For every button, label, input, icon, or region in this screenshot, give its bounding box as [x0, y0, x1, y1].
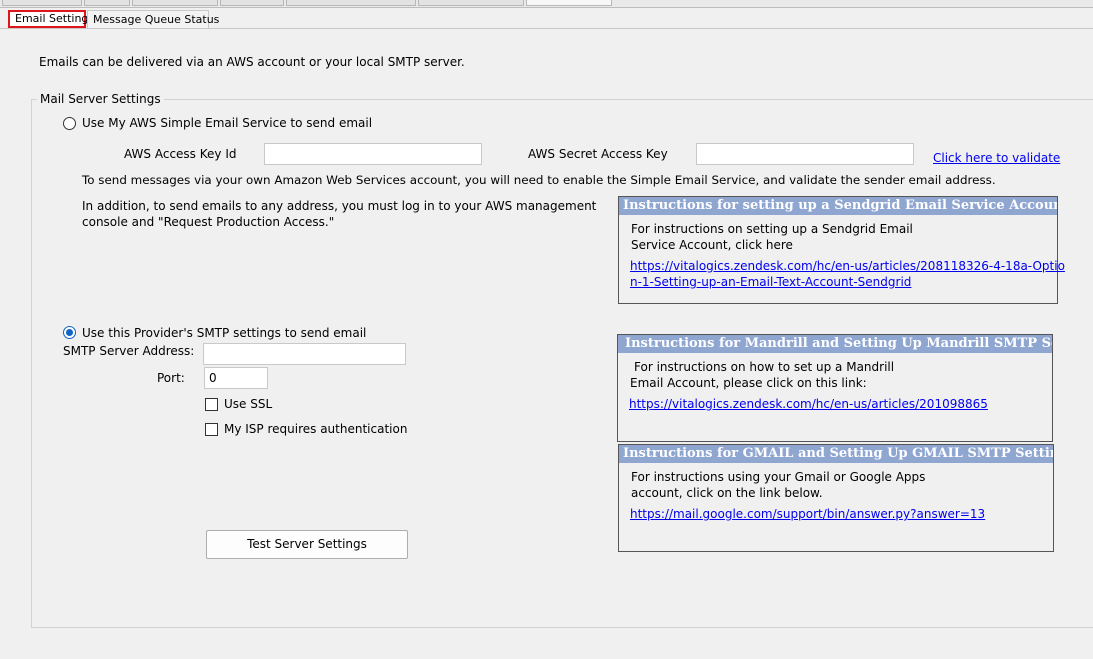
- mandrill-text: For instructions on how to set up a Mand…: [634, 360, 895, 374]
- gmail-text: account, click on the link below.: [631, 486, 823, 500]
- aws-access-key-input[interactable]: [264, 143, 482, 165]
- sendgrid-text: Service Account, click here: [631, 238, 793, 252]
- aws-radio-label[interactable]: Use My AWS Simple Email Service to send …: [82, 116, 372, 130]
- aws-note-line: console and "Request Production Access.": [82, 215, 335, 229]
- port-input[interactable]: [204, 367, 268, 389]
- outer-tab[interactable]: [418, 0, 524, 6]
- gmail-text: For instructions using your Gmail or Goo…: [631, 470, 926, 484]
- tab-message-queue-status[interactable]: Message Queue Status: [87, 10, 219, 28]
- outer-tab-active[interactable]: [526, 0, 612, 6]
- aws-radio[interactable]: [63, 117, 76, 130]
- isp-auth-checkbox[interactable]: [205, 423, 218, 436]
- outer-tab[interactable]: [2, 0, 82, 6]
- smtp-radio[interactable]: [63, 326, 76, 339]
- aws-note-line: In addition, to send emails to any addre…: [82, 199, 597, 213]
- outer-tab[interactable]: [220, 0, 284, 6]
- mandrill-instructions-box: Instructions for Mandrill and Setting Up…: [617, 334, 1053, 442]
- aws-secret-key-label: AWS Secret Access Key: [528, 147, 668, 161]
- use-ssl-label[interactable]: Use SSL: [224, 397, 272, 411]
- mandrill-link[interactable]: https://vitalogics.zendesk.com/hc/en-us/…: [629, 397, 988, 411]
- outer-tab[interactable]: [132, 0, 218, 6]
- port-label: Port:: [157, 371, 185, 385]
- validate-link[interactable]: Click here to validate: [933, 151, 1060, 165]
- gmail-box-title: Instructions for GMAIL and Setting Up GM…: [619, 445, 1053, 463]
- smtp-server-label: SMTP Server Address:: [63, 344, 195, 358]
- test-server-settings-button[interactable]: Test Server Settings: [206, 530, 408, 559]
- gmail-link[interactable]: https://mail.google.com/support/bin/answ…: [630, 507, 985, 521]
- aws-secret-key-input[interactable]: [696, 143, 914, 165]
- aws-note: To send messages via your own Amazon Web…: [82, 173, 996, 187]
- group-title: Mail Server Settings: [37, 92, 164, 106]
- outer-tab[interactable]: [84, 0, 130, 6]
- smtp-radio-label[interactable]: Use this Provider's SMTP settings to sen…: [82, 326, 366, 340]
- gmail-instructions-box: Instructions for GMAIL and Setting Up GM…: [618, 444, 1054, 552]
- sendgrid-link[interactable]: n-1-Setting-up-an-Email-Text-Account-Sen…: [630, 275, 911, 289]
- tab-email-settings[interactable]: Email Settings: [8, 10, 94, 28]
- sendgrid-box-title: Instructions for setting up a Sendgrid E…: [619, 197, 1057, 215]
- intro-text: Emails can be delivered via an AWS accou…: [39, 55, 465, 69]
- sendgrid-link[interactable]: https://vitalogics.zendesk.com/hc/en-us/…: [630, 259, 1065, 273]
- sendgrid-text: For instructions on setting up a Sendgri…: [631, 222, 913, 236]
- aws-access-key-label: AWS Access Key Id: [124, 147, 237, 161]
- mandrill-box-title: Instructions for Mandrill and Setting Up…: [618, 335, 1052, 353]
- outer-tab[interactable]: [286, 0, 416, 6]
- sendgrid-instructions-box: Instructions for setting up a Sendgrid E…: [618, 196, 1065, 304]
- isp-auth-label[interactable]: My ISP requires authentication: [224, 422, 407, 436]
- smtp-server-input[interactable]: [203, 343, 406, 365]
- use-ssl-checkbox[interactable]: [205, 398, 218, 411]
- mandrill-text: Email Account, please click on this link…: [630, 376, 867, 390]
